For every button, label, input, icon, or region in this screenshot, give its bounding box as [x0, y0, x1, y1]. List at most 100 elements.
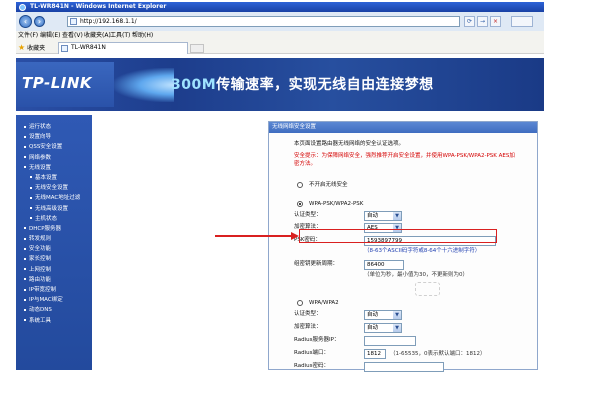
forward-button[interactable]: › [34, 16, 45, 27]
bullet-icon [24, 237, 26, 240]
tab-label: TL-WR841N [71, 44, 106, 51]
radius-port-input[interactable]: 1812 [364, 349, 386, 359]
panel-intro: 本页面设置路由器无线网络的安全认证选项。 [294, 141, 405, 147]
sidebar-item-access-control[interactable]: 上网控制 [16, 265, 92, 275]
back-button[interactable]: ‹ [19, 15, 32, 28]
page-icon [70, 18, 77, 25]
annotation-arrow-head [291, 232, 299, 240]
sidebar-item-label: 转发规则 [29, 236, 52, 243]
psk-highlight-box [299, 229, 497, 243]
auth2-type-value: 自动 [367, 312, 379, 318]
menu-bar: 文件(F) 编辑(E) 查看(V) 收藏夹(A) 工具(T) 帮助(H) [16, 31, 544, 41]
bullet-icon [30, 207, 32, 209]
address-text: http://192.168.1.1/ [80, 18, 137, 25]
sidebar-item-qss[interactable]: QSS安全设置 [16, 142, 92, 152]
bullet-icon [24, 156, 26, 159]
radius-password-label: Radius密码： [294, 363, 329, 369]
chevron-down-icon: ▼ [393, 212, 401, 220]
sidebar-item-label: 无线设置 [29, 164, 52, 171]
bullet-icon [24, 166, 26, 169]
sidebar-item-label: 运行状态 [29, 124, 52, 130]
bullet-icon [24, 298, 26, 301]
sidebar-item-host-status[interactable]: 主机状态 [16, 214, 92, 224]
radio-wpa-psk[interactable] [297, 201, 303, 207]
radius-ip-label: Radius服务器IP： [294, 337, 340, 343]
favorites-button[interactable]: ★ 收藏夹 [18, 43, 45, 53]
label-wpa-enterprise: WPA/WPA2 [309, 300, 339, 306]
stop-button[interactable]: × [490, 16, 501, 27]
radio-wpa-enterprise[interactable] [297, 300, 303, 306]
sidebar-item-security[interactable]: 安全功能 [16, 244, 92, 254]
refresh-button[interactable]: ⟳ [464, 16, 475, 27]
search-box[interactable] [511, 16, 533, 27]
sidebar-item-wireless-advanced[interactable]: 无线高级设置 [16, 204, 92, 214]
sidebar-nav: 运行状态 设置向导 QSS安全设置 网络参数 无线设置 基本设置 无线安全设置 … [16, 115, 92, 370]
sidebar-item-label: IP带宽控制 [29, 287, 56, 293]
star-icon: ★ [18, 43, 26, 52]
sidebar-item-forwarding[interactable]: 转发规则 [16, 234, 92, 244]
bullet-icon [24, 288, 26, 291]
banner-light-decoration [114, 68, 174, 102]
ie-icon [19, 4, 26, 11]
encryption2-select[interactable]: 自动 ▼ [364, 323, 402, 333]
tab-bar: ★ 收藏夹 TL-WR841N [16, 41, 544, 54]
radius-ip-input[interactable] [364, 336, 416, 346]
tab-tl-wr841n[interactable]: TL-WR841N [58, 42, 188, 54]
chevron-down-icon: ▼ [393, 311, 401, 319]
auth2-type-select[interactable]: 自动 ▼ [364, 310, 402, 320]
menu-edit[interactable]: 编辑(E) [40, 32, 60, 40]
address-input[interactable]: http://192.168.1.1/ [67, 16, 460, 27]
bullet-icon [24, 308, 26, 311]
sidebar-item-wireless-security[interactable]: 无线安全设置 [16, 183, 92, 193]
encryption2-label: 加密算法： [294, 324, 322, 330]
sidebar-item-wireless-basic[interactable]: 基本设置 [16, 173, 92, 183]
group-key-hint: （单位为秒，最小值为30，不更新则为0） [364, 272, 468, 278]
go-button[interactable]: → [477, 16, 488, 27]
menu-file[interactable]: 文件(F) [18, 32, 38, 40]
sidebar-item-wizard[interactable]: 设置向导 [16, 132, 92, 142]
sidebar-item-dhcp[interactable]: DHCP服务器 [16, 224, 92, 234]
radius-password-input[interactable] [364, 362, 444, 372]
logo-box: TP-LINK [16, 62, 114, 107]
sidebar-item-status[interactable]: 运行状态 [16, 122, 92, 132]
bullet-icon [30, 176, 32, 179]
sidebar-item-ip-mac-binding[interactable]: IP与MAC绑定 [16, 295, 92, 305]
menu-help[interactable]: 帮助(H) [132, 32, 153, 40]
sidebar-item-label: 主机状态 [35, 215, 58, 222]
radio-no-security[interactable] [297, 182, 303, 188]
sidebar-item-label: 网络参数 [29, 154, 52, 161]
sidebar-item-label: DHCP服务器 [29, 225, 62, 232]
menu-view[interactable]: 查看(V) [62, 32, 83, 40]
sidebar-item-mac-filter[interactable]: 无线MAC地址过滤 [16, 193, 92, 203]
bullet-icon [24, 278, 26, 281]
auth-type-select[interactable]: 自动 ▼ [364, 211, 402, 221]
auth-type-value: 自动 [367, 213, 379, 219]
bullet-icon [24, 145, 26, 148]
window-title-bar: TL-WR841N - Windows Internet Explorer [16, 2, 544, 12]
sidebar-item-label: QSS安全设置 [29, 144, 63, 151]
sidebar-item-label: 基本设置 [35, 174, 58, 181]
chevron-down-icon: ▼ [393, 324, 401, 332]
wireless-security-panel: 无线网络安全设置 本页面设置路由器无线网络的安全认证选项。 安全提示：为保障网络… [268, 121, 538, 372]
encryption2-value: 自动 [367, 325, 379, 331]
sidebar-item-system-tools[interactable]: 系统工具 [16, 316, 92, 326]
group-key-label: 组密钥更新周期： [294, 261, 339, 267]
bullet-icon [30, 217, 32, 220]
sidebar-item-ddns[interactable]: 动态DNS [16, 305, 92, 315]
auth2-type-label: 认证类型： [294, 311, 322, 317]
bullet-icon [24, 125, 26, 128]
new-tab-button[interactable] [190, 44, 204, 53]
group-key-input[interactable]: 86400 [364, 260, 404, 270]
sidebar-item-routing[interactable]: 路由功能 [16, 275, 92, 285]
sidebar-item-bandwidth[interactable]: IP带宽控制 [16, 285, 92, 295]
menu-favorites[interactable]: 收藏夹(A) [84, 32, 111, 40]
radius-port-hint: （1-65535，0表示默认端口：1812） [390, 351, 486, 357]
tp-link-logo: TP-LINK [22, 74, 93, 92]
bullet-icon [24, 268, 26, 271]
sidebar-item-wireless[interactable]: 无线设置 [16, 163, 92, 173]
panel-title: 无线网络安全设置 [269, 122, 537, 133]
sidebar-item-network[interactable]: 网络参数 [16, 153, 92, 163]
bullet-icon [24, 319, 26, 322]
sidebar-item-parental[interactable]: 家长控制 [16, 254, 92, 264]
menu-tools[interactable]: 工具(T) [110, 32, 130, 40]
